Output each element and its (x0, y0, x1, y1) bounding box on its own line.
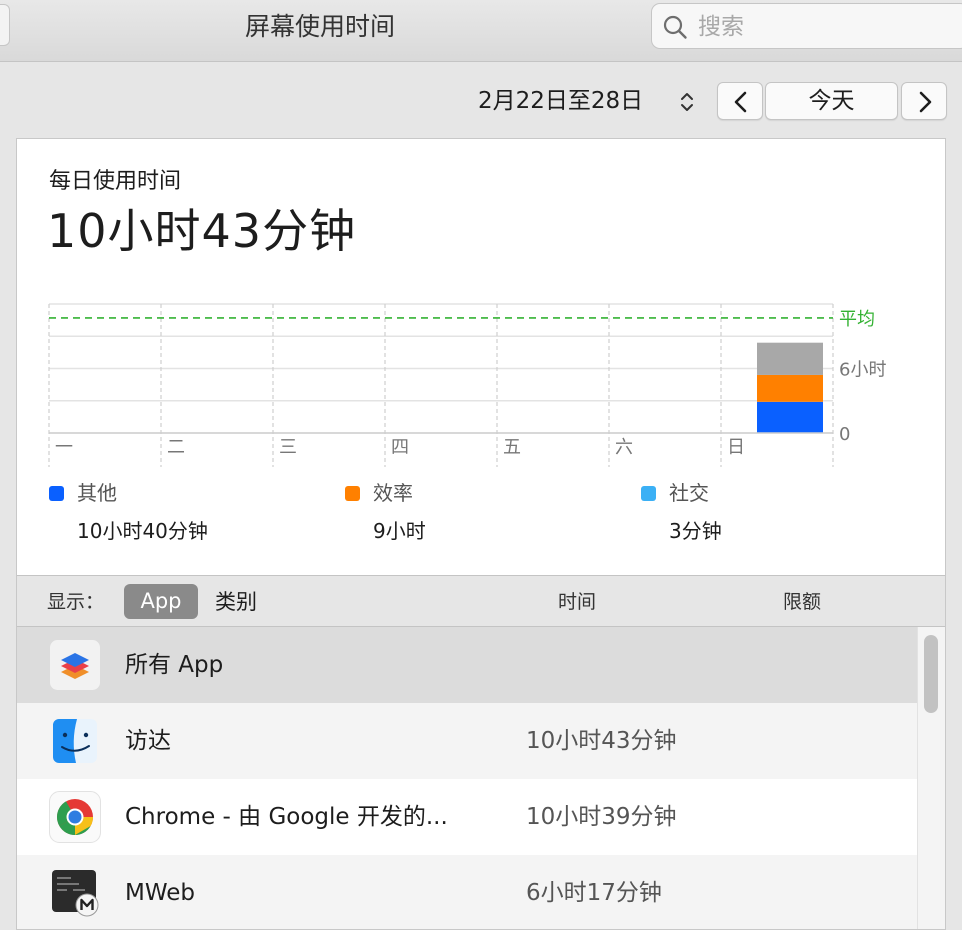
column-header-limit[interactable]: 限额 (783, 589, 821, 615)
bar-segment (757, 374, 823, 402)
column-header-time[interactable]: 时间 (558, 589, 596, 615)
today-button[interactable]: 今天 (765, 82, 898, 120)
search-icon (663, 15, 687, 39)
legend-time: 10小时40分钟 (77, 519, 208, 543)
day-label: 三 (279, 437, 297, 458)
legend-swatch (641, 486, 656, 501)
date-navigation: 2月22日至28日 今天 (0, 62, 962, 138)
app-list: 所有 App 访达 10小时43分钟 Chrome - 由 Google 开发的… (17, 627, 945, 929)
bar-segment (757, 401, 823, 433)
search-placeholder: 搜索 (698, 14, 744, 40)
mweb-icon (52, 870, 99, 917)
app-time: 6小时17分钟 (526, 880, 662, 906)
legend-swatch (49, 486, 64, 501)
legend-time: 3分钟 (669, 519, 722, 543)
app-name: MWeb (125, 880, 195, 906)
legend-name: 社交 (669, 481, 709, 505)
list-scroll-thumb[interactable] (924, 635, 938, 713)
search-field[interactable]: 搜索 (651, 3, 962, 49)
list-header-bar: 显示： App 类别 时间 限额 (17, 575, 945, 627)
legend-swatch (345, 486, 360, 501)
previous-week-button[interactable] (717, 82, 763, 120)
date-stepper-icon[interactable] (678, 89, 696, 115)
app-name: 所有 App (125, 652, 224, 678)
app-row-finder[interactable]: 访达 10小时43分钟 (17, 703, 917, 779)
bar-segment (757, 342, 823, 375)
all-apps-icon (49, 639, 101, 691)
usage-bar-chart: 一 二 三 四 五 六 日 平均 0 6小时 (48, 303, 886, 467)
daily-usage-label: 每日使用时间 (49, 169, 182, 194)
chevron-right-icon (919, 91, 932, 113)
app-row-mweb[interactable]: MWeb 6小时17分钟 (17, 855, 917, 929)
app-row-chrome[interactable]: Chrome - 由 Google 开发的... 10小时39分钟 (17, 779, 917, 855)
app-name: 访达 (125, 728, 171, 754)
y-tick-label: 0 (839, 424, 850, 445)
show-label: 显示： (47, 591, 105, 613)
day-label: 五 (503, 437, 521, 458)
y-tick-label: 6小时 (839, 360, 886, 381)
app-time: 10小时43分钟 (526, 728, 677, 754)
segment-category[interactable]: 类别 (215, 588, 257, 616)
next-week-button[interactable] (901, 82, 947, 120)
legend-name: 其他 (77, 481, 117, 505)
day-label: 一 (55, 437, 73, 458)
usage-card: 每日使用时间 10小时43分钟 一 二 三 四 五 六 日 平均 0 6小时 其他 10小时40分… (16, 138, 946, 930)
segment-app[interactable]: App (124, 584, 198, 619)
finder-icon (53, 719, 97, 763)
chrome-icon (49, 791, 101, 843)
legend-name: 效率 (373, 481, 413, 505)
day-label: 二 (167, 437, 185, 458)
window-title: 屏幕使用时间 (244, 12, 395, 41)
app-name: Chrome - 由 Google 开发的... (125, 804, 448, 830)
day-label: 六 (615, 437, 633, 458)
chevron-left-icon (734, 91, 747, 113)
title-bar: 屏幕使用时间 搜索 (0, 0, 962, 62)
day-label: 四 (391, 437, 409, 458)
average-label: 平均 (839, 309, 875, 330)
legend-time: 9小时 (373, 519, 426, 543)
day-label: 日 (727, 437, 745, 458)
app-time: 10小时39分钟 (526, 804, 677, 830)
date-range-label[interactable]: 2月22日至28日 (478, 86, 643, 116)
daily-usage-value: 10小时43分钟 (47, 204, 357, 258)
app-row-all[interactable]: 所有 App (17, 627, 917, 703)
